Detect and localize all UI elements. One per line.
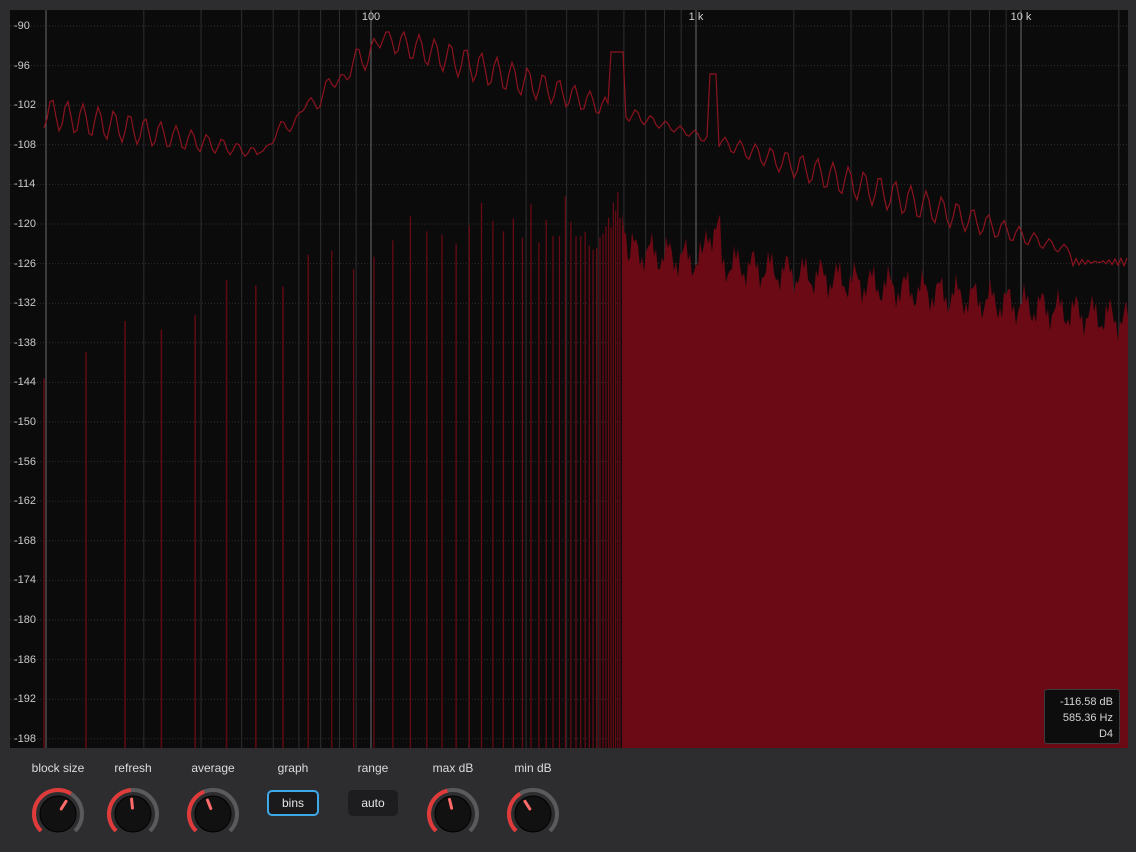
- y-tick-label: -150: [14, 416, 37, 428]
- y-tick-label: -180: [14, 614, 37, 626]
- refresh-label: refresh: [114, 761, 152, 775]
- average-knob[interactable]: [185, 786, 241, 842]
- y-tick-label: -96: [14, 59, 30, 72]
- knob-icon: [107, 788, 159, 833]
- y-tick-label: -156: [14, 455, 37, 468]
- spectrum-bins: [43, 192, 1128, 748]
- average-label: average: [191, 761, 235, 775]
- readout-level: -116.58 dB: [1059, 696, 1113, 708]
- readout-note: D4: [1098, 728, 1113, 740]
- refresh-knob[interactable]: [105, 786, 161, 842]
- y-tick-label: -168: [14, 534, 37, 547]
- control-bar: block size refresh average graph bins ra…: [0, 752, 1136, 852]
- spectrum-graph: [10, 10, 1128, 748]
- y-tick-label: -126: [14, 257, 37, 270]
- y-tick-label: -132: [14, 297, 37, 310]
- refresh-control: refresh: [93, 752, 173, 842]
- y-tick-label: -174: [14, 574, 37, 587]
- readout-frequency: 585.36 Hz: [1062, 712, 1113, 724]
- block-size-label: block size: [31, 761, 85, 775]
- y-tick-label: -138: [14, 336, 37, 349]
- y-tick-label: -114: [14, 178, 36, 191]
- y-tick-label: -102: [14, 99, 37, 112]
- graph-label: graph: [277, 761, 309, 775]
- max-db-label: max dB: [432, 761, 474, 775]
- range-mode-button[interactable]: auto: [348, 790, 398, 816]
- average-control: average: [173, 752, 253, 842]
- y-tick-label: -186: [14, 653, 37, 666]
- range-control: range auto: [333, 752, 413, 816]
- y-tick-label: -192: [14, 693, 37, 706]
- spectrum-analyzer[interactable]: -90 -96 -102 -108 -114 -120 -126 -132 -138 -144 -1…: [10, 10, 1128, 748]
- y-tick-label: -108: [14, 138, 37, 151]
- knob-icon: [187, 788, 239, 833]
- knob-body: [194, 795, 232, 833]
- x-tick-label: 10 k: [1010, 11, 1032, 23]
- knob-pointer: [447, 797, 454, 810]
- graph-mode-button[interactable]: bins: [267, 790, 319, 816]
- knob-icon: [32, 788, 84, 833]
- max-db-control: max dB: [413, 752, 493, 842]
- knob-icon: [427, 788, 479, 833]
- x-tick-label: 100: [361, 11, 381, 23]
- y-tick-label: -198: [14, 732, 37, 745]
- max-db-knob[interactable]: [425, 786, 481, 842]
- min-db-label: min dB: [514, 761, 552, 775]
- knob-body: [39, 795, 77, 833]
- x-tick-label: 1 k: [688, 11, 704, 23]
- y-tick-label: -90: [14, 20, 30, 32]
- spectrum-area: [622, 213, 1128, 748]
- min-db-control: min dB: [493, 752, 573, 842]
- cursor-readout: -116.58 dB 585.36 Hz D4: [1044, 689, 1120, 744]
- y-tick-label: -144: [14, 376, 37, 389]
- peak-hold-line: [43, 30, 1128, 268]
- knob-icon: [507, 788, 559, 833]
- knob-body: [514, 795, 552, 833]
- block-size-control: block size: [18, 752, 98, 842]
- y-tick-label: -120: [14, 218, 37, 230]
- graph-control: graph bins: [253, 752, 333, 816]
- y-tick-label: -162: [14, 495, 37, 508]
- range-label: range: [357, 761, 389, 775]
- block-size-knob[interactable]: [30, 786, 86, 842]
- knob-body: [434, 795, 472, 833]
- knob-pointer: [130, 797, 134, 810]
- min-db-knob[interactable]: [505, 786, 561, 842]
